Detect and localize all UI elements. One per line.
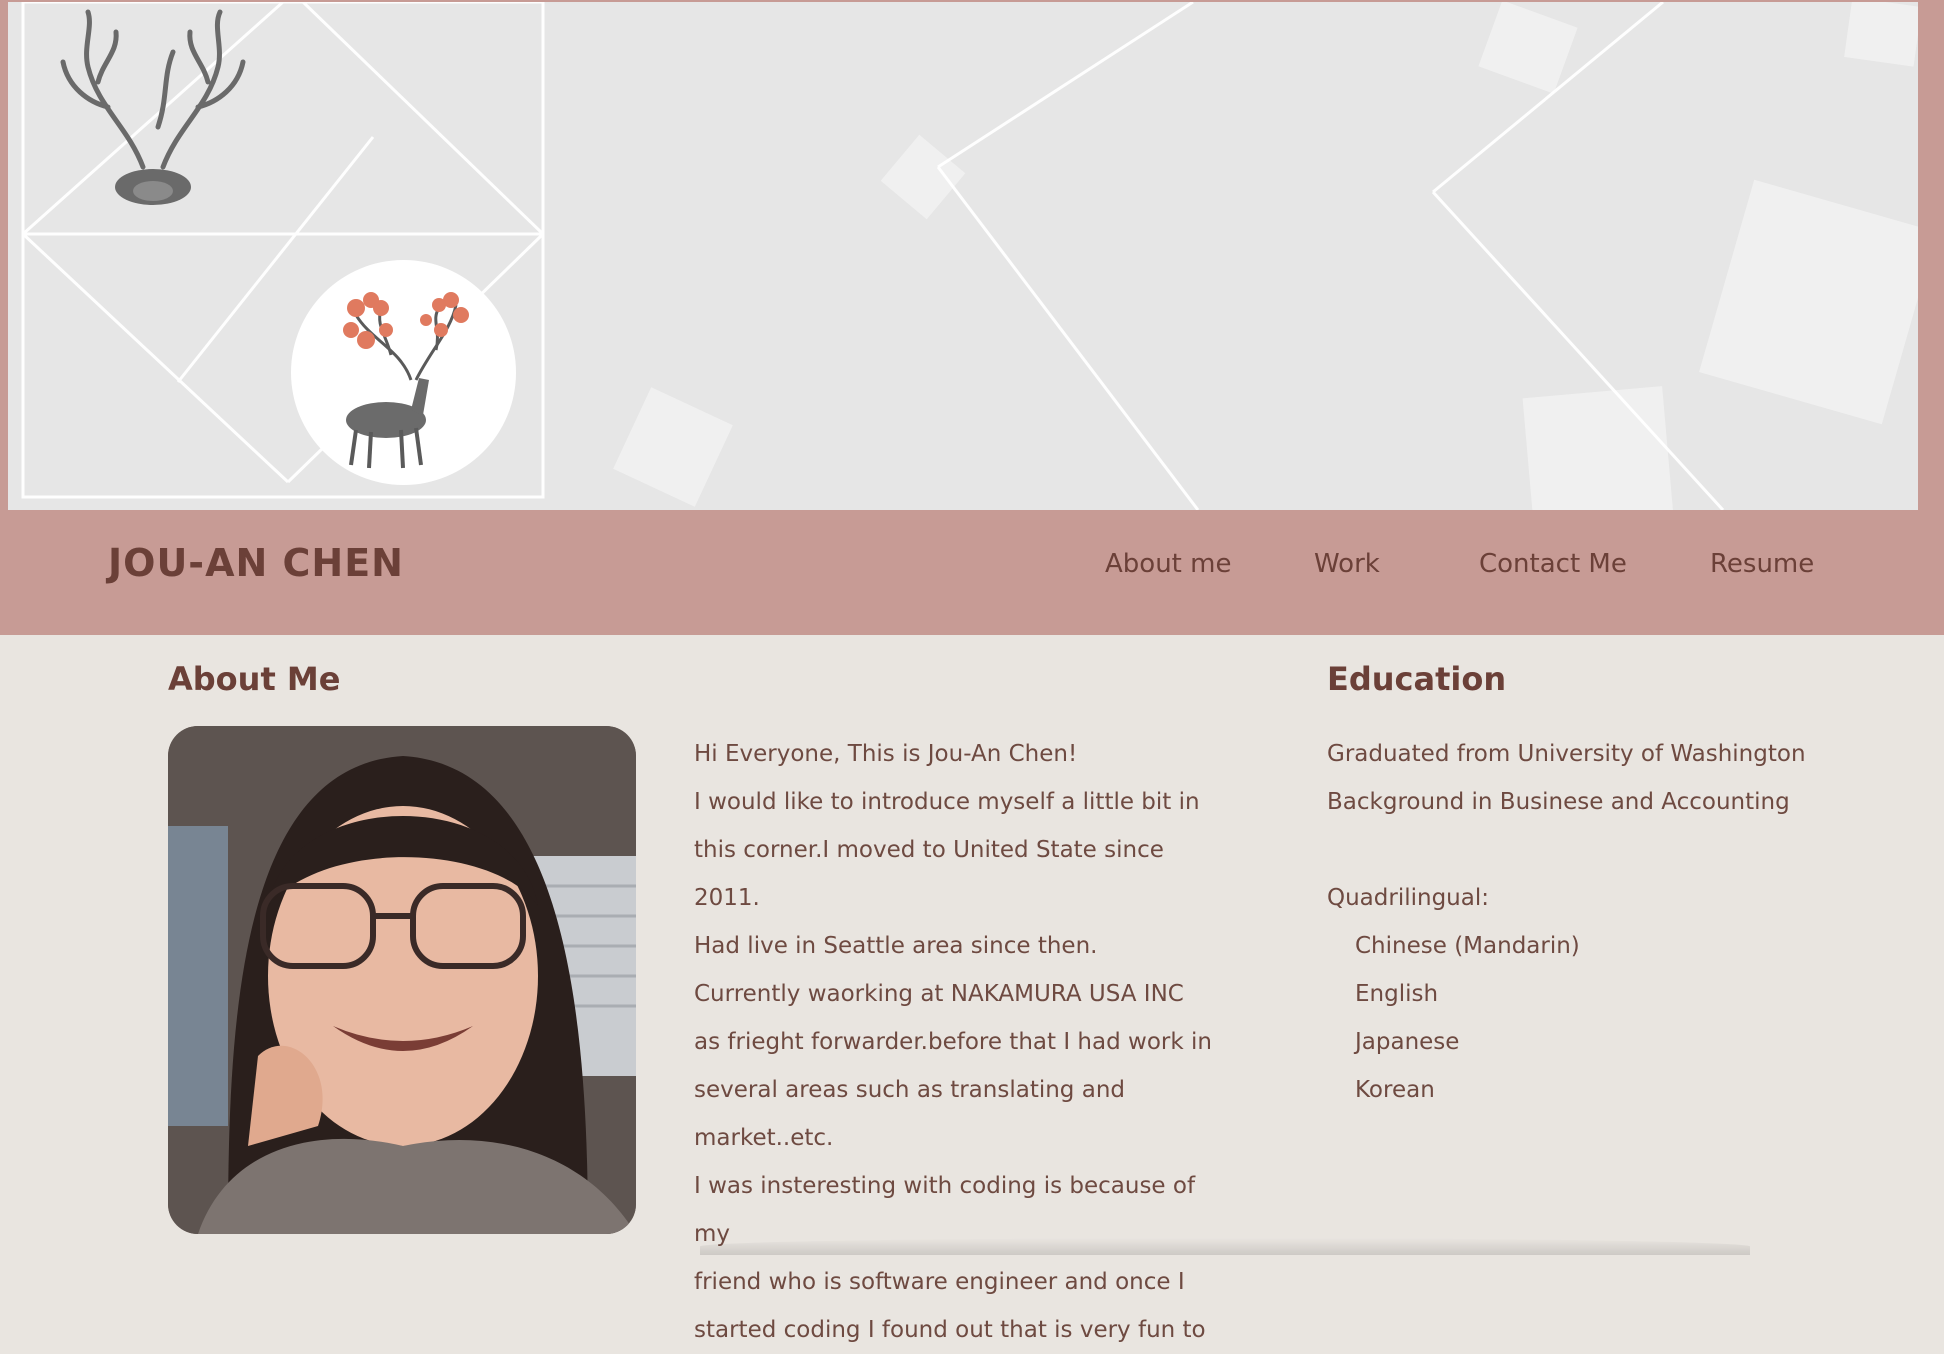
about-line: several areas such as translating and — [694, 1077, 1125, 1103]
scroll-shadow — [700, 1238, 1750, 1255]
language-item: Korean — [1355, 1077, 1435, 1103]
language-item: Japanese — [1355, 1029, 1460, 1055]
deer-circle-illustration — [291, 260, 516, 485]
about-line: friend who is software engineer and once… — [694, 1269, 1185, 1295]
brand-name[interactable]: JOU-AN CHEN — [108, 541, 404, 585]
education-heading: Education — [1327, 660, 1507, 698]
profile-photo — [168, 726, 636, 1234]
about-line: Had live in Seattle area since then. — [694, 933, 1098, 959]
nav-about-me[interactable]: About me — [1105, 549, 1231, 579]
language-item: English — [1355, 981, 1439, 1007]
deer-antler-illustration — [60, 9, 246, 205]
about-line: this corner.I moved to United State sinc… — [694, 837, 1164, 911]
hero-banner — [0, 0, 1944, 511]
about-line: started coding I found out that is very … — [694, 1317, 1206, 1343]
education-text: Graduated from University of Washington … — [1327, 730, 1887, 1114]
education-line: Background in Businese and Accounting — [1327, 789, 1790, 815]
education-line: Graduated from University of Washington — [1327, 741, 1806, 767]
about-line: Currently waorking at NAKAMURA USA INC — [694, 981, 1184, 1007]
about-line: market..etc. — [694, 1125, 834, 1151]
languages-label: Quadrilingual: — [1327, 885, 1489, 911]
language-item: Chinese (Mandarin) — [1355, 933, 1580, 959]
about-line: I would like to introduce myself a littl… — [694, 789, 1200, 815]
about-heading: About Me — [168, 660, 341, 698]
hero-artwork — [8, 2, 1918, 510]
about-text: Hi Everyone, This is Jou-An Chen! I woul… — [694, 730, 1214, 1354]
navbar: JOU-AN CHEN About me Work Contact Me Res… — [0, 511, 1944, 635]
nav-contact-me[interactable]: Contact Me — [1479, 549, 1627, 579]
nav-resume[interactable]: Resume — [1710, 549, 1814, 579]
about-line: Hi Everyone, This is Jou-An Chen! — [694, 741, 1078, 767]
nav-work[interactable]: Work — [1314, 549, 1380, 579]
about-line: as frieght forwarder.before that I had w… — [694, 1029, 1212, 1055]
